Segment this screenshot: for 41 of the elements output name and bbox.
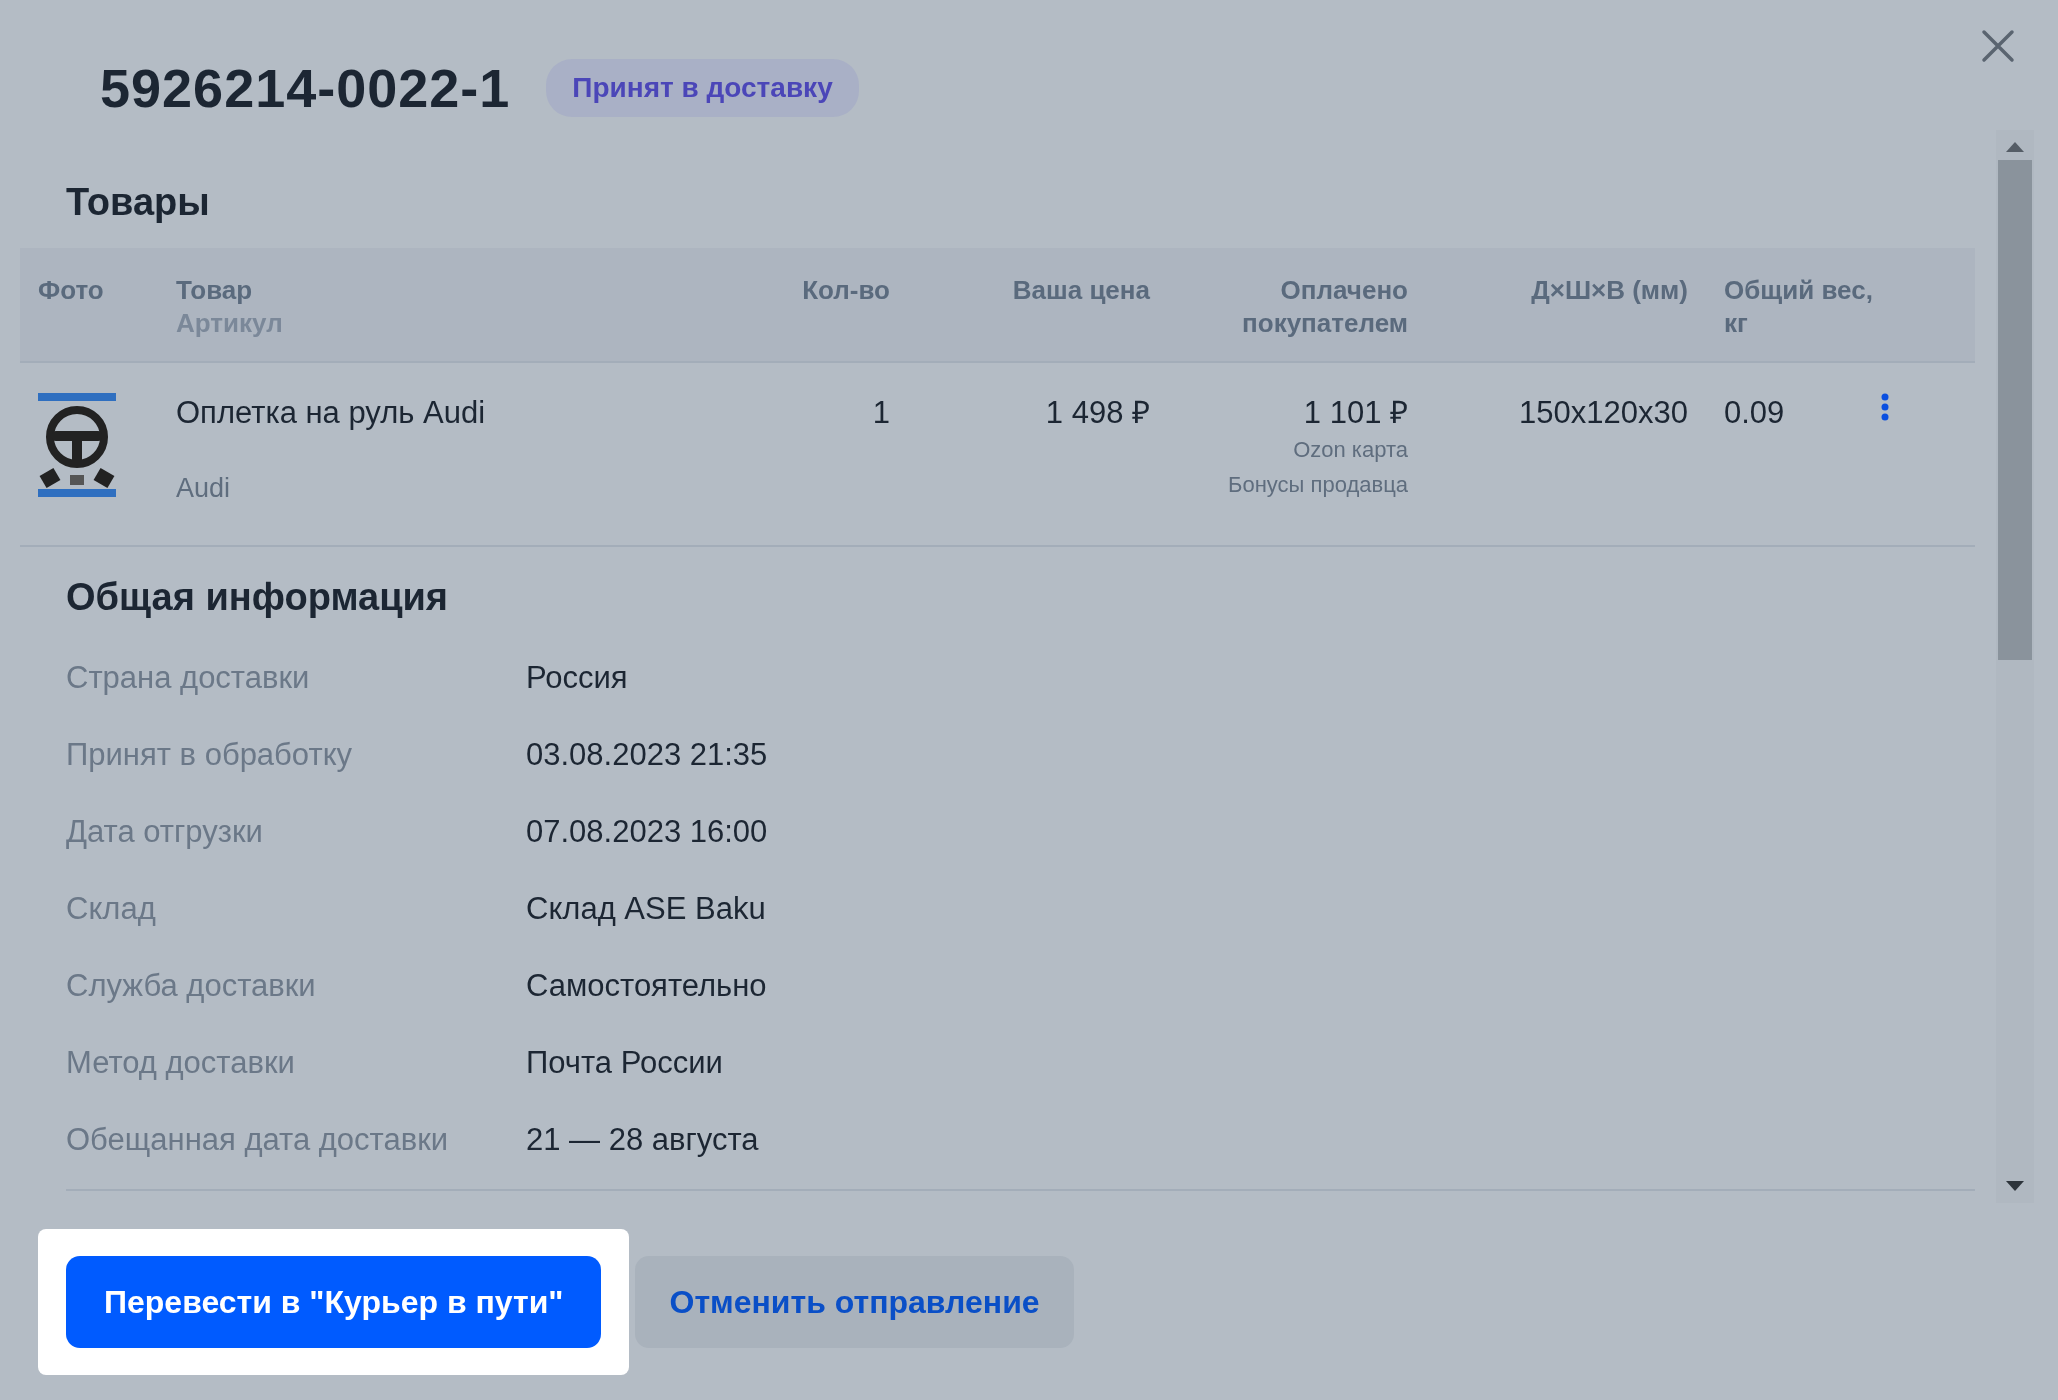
weight: 0.09 xyxy=(1724,395,1785,431)
order-number: 5926214-0022-1 xyxy=(100,56,511,120)
field-label: Принят в обработку xyxy=(66,736,354,775)
field-value: Самостоятельно xyxy=(526,967,767,1006)
field-value: Почта России xyxy=(526,1044,723,1083)
column-header: Кол-во xyxy=(801,273,890,307)
column-header: Д×Ш×В (мм) xyxy=(1530,273,1688,307)
product-name: Оплетка на руль Audi xyxy=(176,395,486,431)
move-status-button[interactable]: Перевести в "Курьер в пути" xyxy=(66,1256,602,1348)
field-label: Служба доставки xyxy=(66,967,317,1006)
scroll-up-icon[interactable] xyxy=(2006,142,2024,152)
field-value: 03.08.2023 21:35 xyxy=(526,736,768,775)
field-value: 21 — 28 августа xyxy=(526,1121,759,1160)
column-header: Ваша цена xyxy=(1011,273,1150,307)
quantity: 1 xyxy=(871,394,890,433)
column-header: Товар xyxy=(176,274,253,305)
field-value: 07.08.2023 16:00 xyxy=(526,813,768,852)
field-label: Обещанная дата доставки xyxy=(66,1121,449,1160)
section-heading: Товары xyxy=(65,180,211,225)
scrollbar-thumb[interactable] xyxy=(1998,160,2032,660)
cancel-button[interactable]: Отменить отправление xyxy=(635,1256,1074,1348)
status-badge: Принят в доставку xyxy=(546,59,859,117)
price: 1 498 ₽ xyxy=(1044,394,1150,433)
payment-method: Бонусы продавца xyxy=(1227,470,1408,499)
field-value: Россия xyxy=(526,659,628,698)
close-icon[interactable] xyxy=(1980,28,2016,64)
section-heading: Общая информация xyxy=(65,574,450,620)
column-header: Фото xyxy=(38,273,105,307)
more-options-icon[interactable] xyxy=(1880,393,1890,422)
scroll-down-icon[interactable] xyxy=(2006,1181,2024,1191)
field-value: Склад ASE Baku xyxy=(526,890,766,929)
paid-amount: 1 101 ₽ xyxy=(1303,395,1408,431)
column-header: Общий вес, кг xyxy=(1724,273,1874,341)
dimensions: 150x120x30 xyxy=(1518,394,1688,433)
payment-method: Ozon карта xyxy=(1292,436,1408,465)
field-label: Страна доставки xyxy=(66,659,311,698)
field-label: Метод доставки xyxy=(66,1044,296,1083)
column-header: Оплачено покупателем xyxy=(1241,273,1408,341)
product-article: Audi xyxy=(176,472,232,506)
field-label: Дата отгрузки xyxy=(66,813,264,852)
field-label: Склад xyxy=(66,890,157,929)
